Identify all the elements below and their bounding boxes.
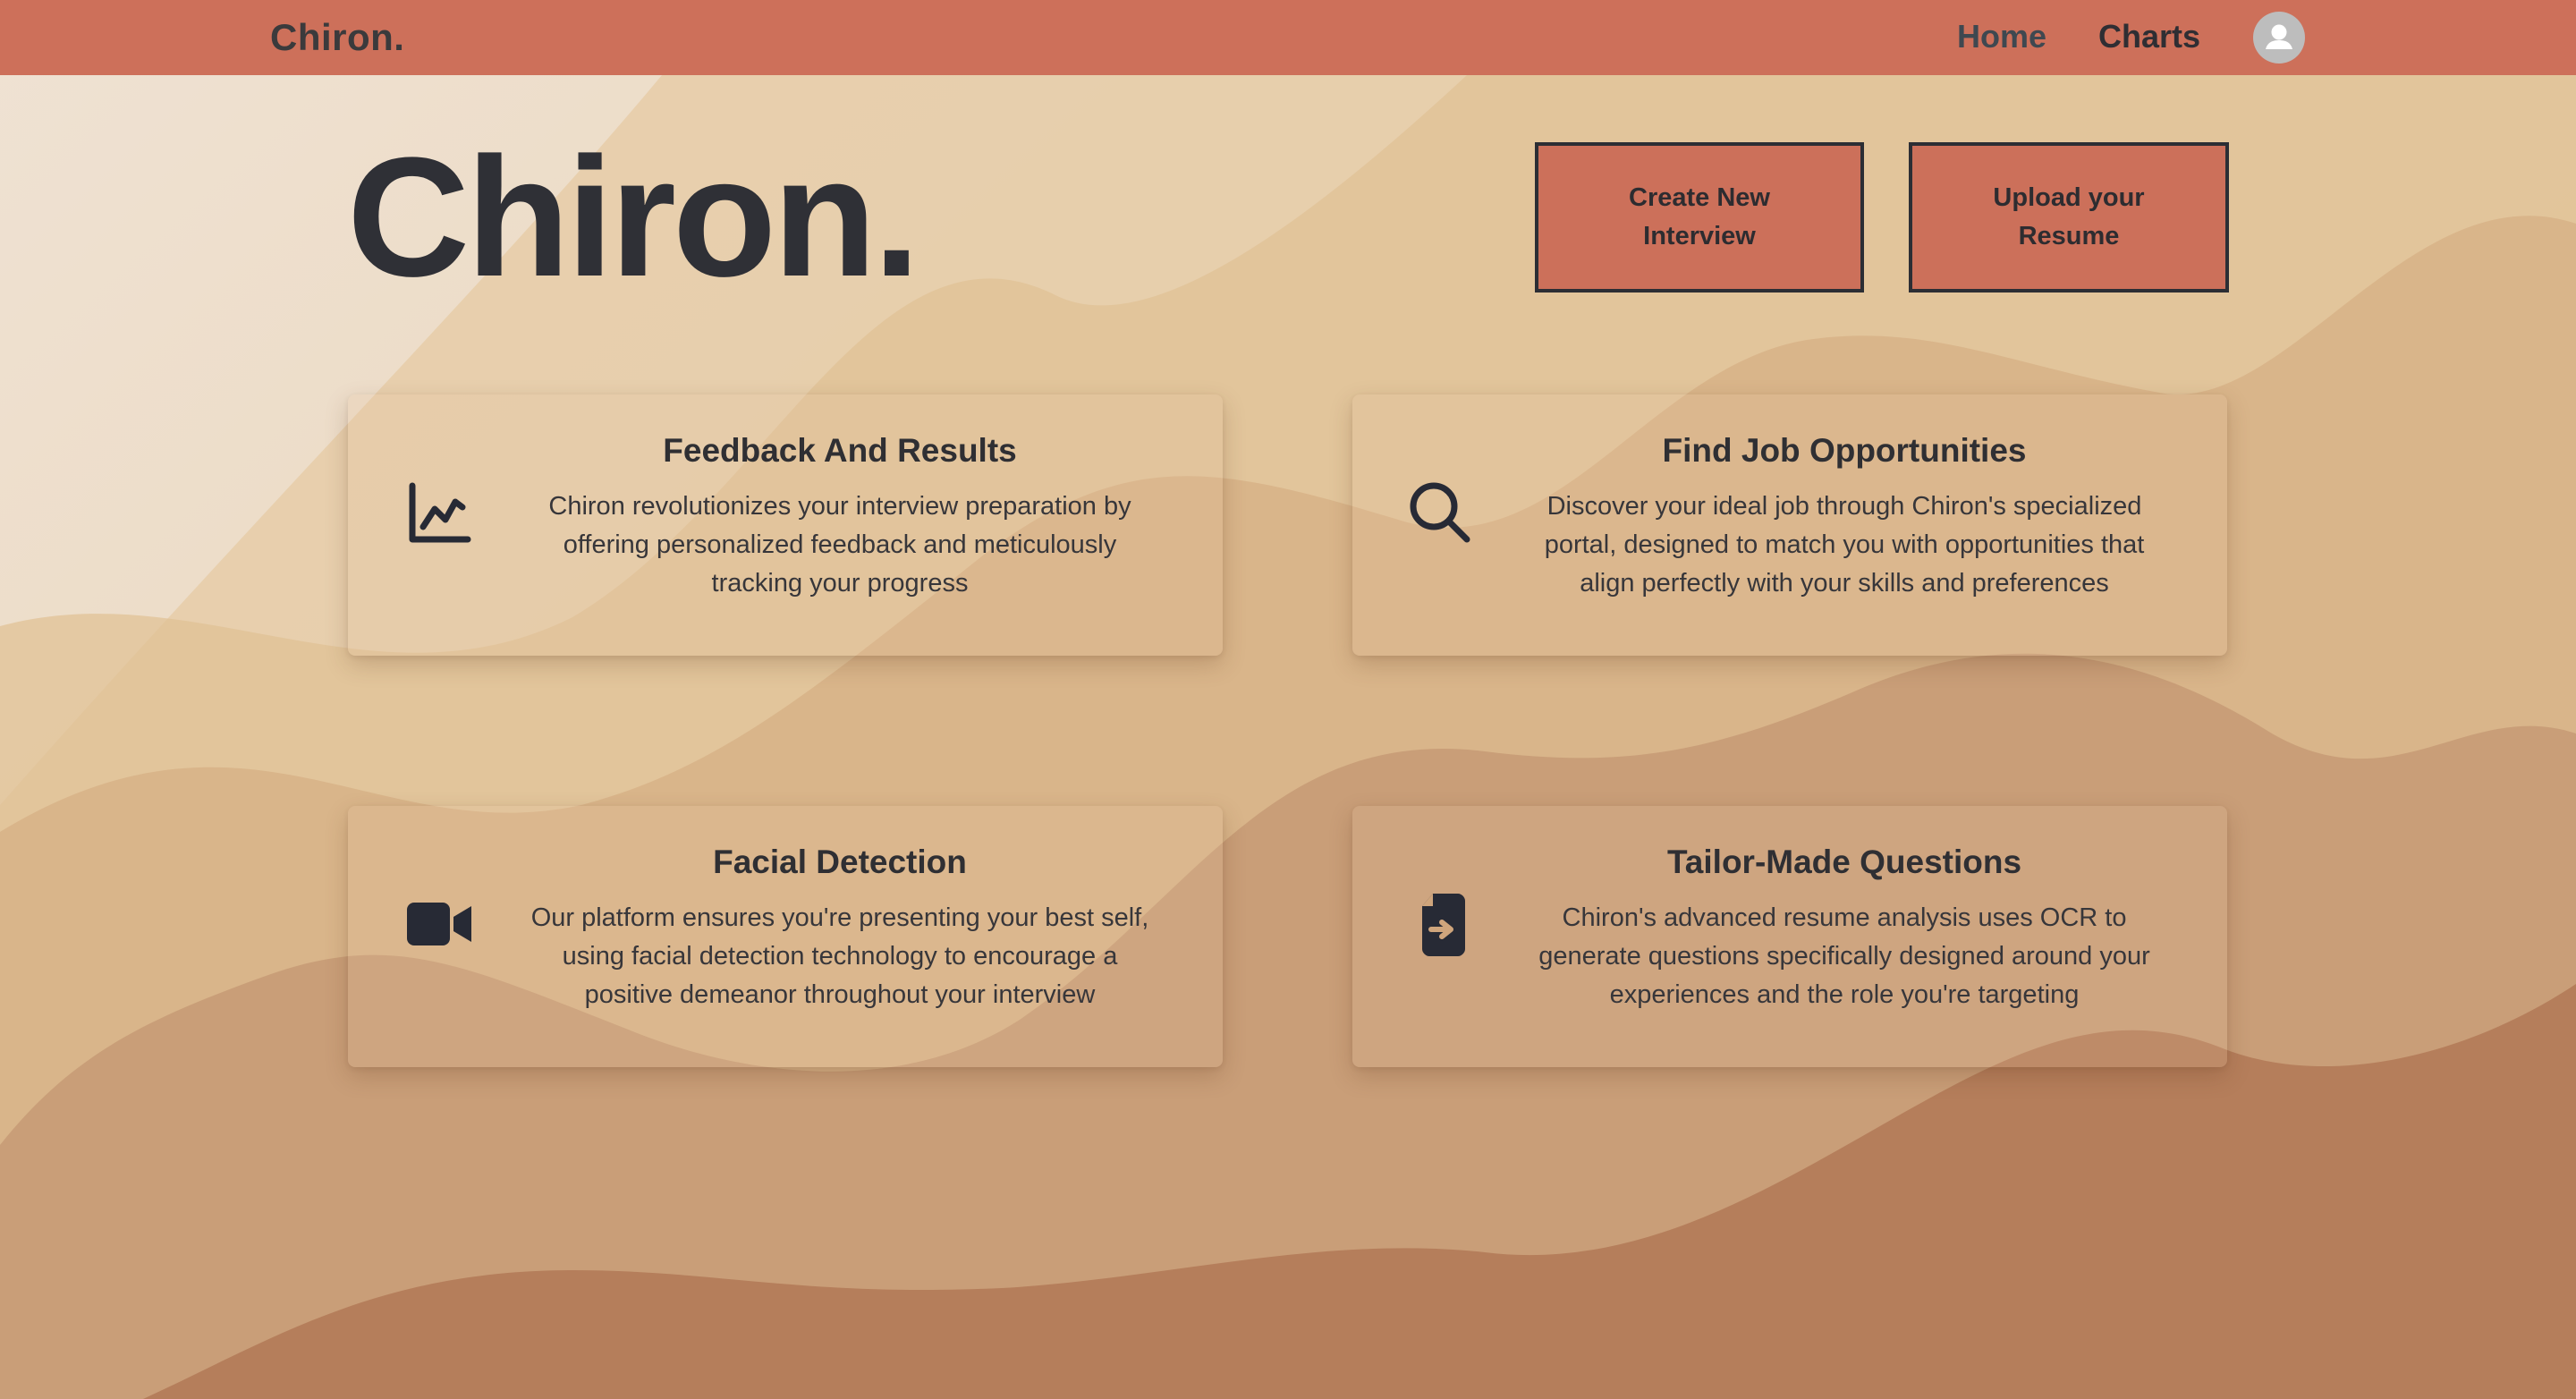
feature-card-facial-detection: Facial Detection Our platform ensures yo… (348, 806, 1223, 1067)
top-navbar: Chiron. Home Charts (0, 0, 2576, 75)
upload-button-label-line2: Resume (2018, 222, 2120, 250)
user-avatar-button[interactable] (2253, 12, 2305, 64)
user-icon (2266, 24, 2292, 49)
feature-title: Feedback And Results (663, 432, 1017, 469)
nav-link-home[interactable]: Home (1957, 14, 2046, 59)
upload-resume-button[interactable]: Upload your Resume (1909, 142, 2229, 293)
nav-link-charts[interactable]: Charts (2098, 14, 2200, 59)
create-button-label-line1: Create New (1629, 183, 1770, 212)
feature-description: Our platform ensures you're presenting y… (530, 903, 1149, 1009)
chart-line-icon (405, 479, 473, 547)
file-import-icon (1410, 890, 1478, 958)
feature-description: Chiron's advanced resume analysis uses O… (1538, 903, 2150, 1009)
create-new-interview-button[interactable]: Create New Interview (1535, 142, 1864, 293)
upload-button-label-line1: Upload your (1993, 183, 2145, 212)
create-button-label-line2: Interview (1643, 222, 1756, 250)
feature-card-feedback: Feedback And Results Chiron revolutioniz… (348, 394, 1223, 656)
feature-title: Facial Detection (713, 844, 967, 880)
feature-title: Tailor-Made Questions (1666, 844, 2022, 880)
search-icon (1406, 479, 1474, 547)
brand-logo-text[interactable]: Chiron. (270, 14, 404, 61)
feature-card-find-jobs: Find Job Opportunities Discover your ide… (1352, 394, 2227, 656)
video-camera-icon (405, 890, 473, 958)
feature-description: Discover your ideal job through Chiron's… (1544, 492, 2145, 598)
hero-title: Chiron. (347, 123, 920, 312)
feature-title: Find Job Opportunities (1662, 432, 2027, 469)
feature-card-tailor-made-questions: Tailor-Made Questions Chiron's advanced … (1352, 806, 2227, 1067)
feature-description: Chiron revolutionizes your interview pre… (548, 492, 1131, 598)
